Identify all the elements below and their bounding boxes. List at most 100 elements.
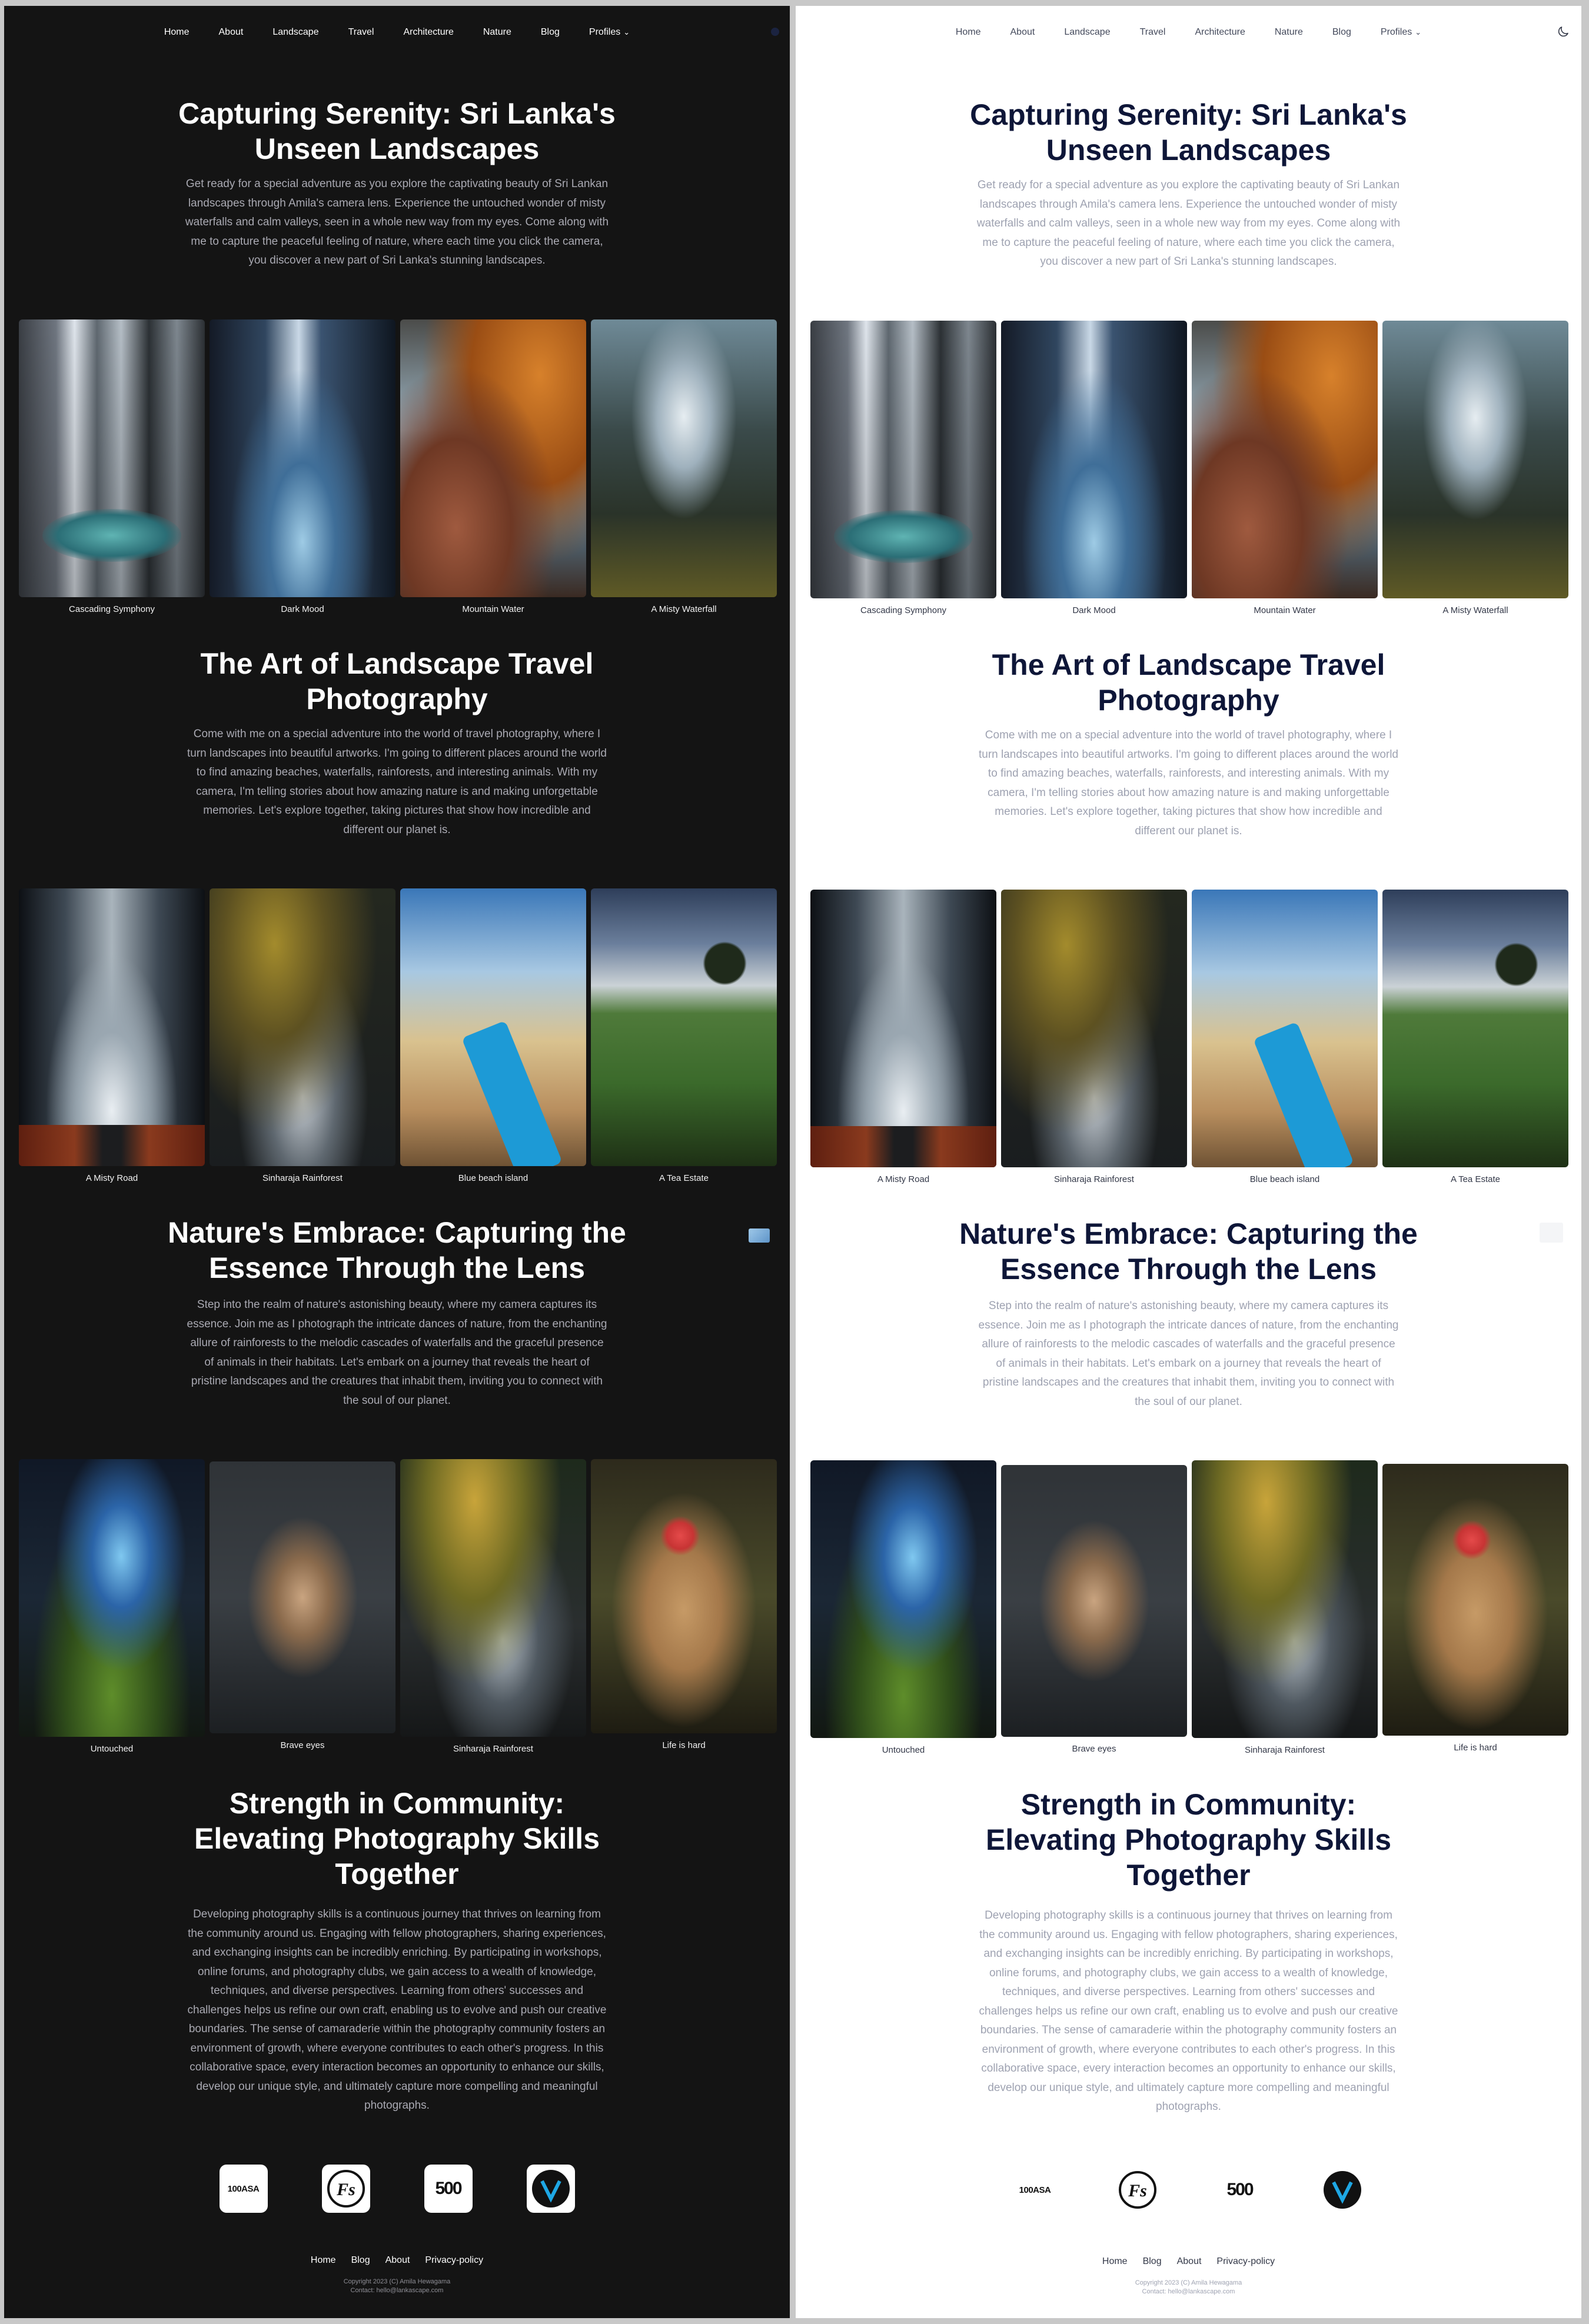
photo-card[interactable]: A Tea Estate	[591, 888, 777, 1183]
photo-caption: Blue beach island	[1249, 1174, 1320, 1184]
nav-about[interactable]: About	[219, 27, 244, 38]
photo-card[interactable]: Sinharaja Rainforest	[210, 888, 395, 1183]
photo-card[interactable]: Brave eyes	[1001, 1460, 1187, 1755]
section-2-text: Come with me on a special adventure into…	[978, 729, 1399, 837]
photo-card[interactable]: A Misty Waterfall	[591, 319, 777, 614]
photo-image	[1001, 890, 1187, 1167]
vero-logo-icon	[1323, 2171, 1361, 2209]
500px-logo-text: 500	[1226, 2180, 1254, 2199]
photo-caption: Sinharaja Rainforest	[1054, 1174, 1134, 1184]
nav-profiles-label: Profiles	[589, 27, 621, 37]
photo-caption: Brave eyes	[280, 1740, 325, 1750]
photo-card[interactable]: Dark Mood	[1001, 321, 1187, 615]
nav-home[interactable]: Home	[956, 27, 981, 38]
section-2-title: The Art of Landscape Travel Photography	[200, 647, 594, 715]
photo-card[interactable]: Life is hard	[591, 1459, 777, 1754]
photo-card[interactable]: Mountain Water	[400, 319, 586, 614]
photo-caption: A Misty Waterfall	[651, 604, 717, 614]
section-4-title: Strength in Community: Elevating Photogr…	[194, 1787, 600, 1890]
photo-caption: Sinharaja Rainforest	[262, 1173, 343, 1183]
photo-card[interactable]: Mountain Water	[1192, 321, 1378, 615]
nav-blog[interactable]: Blog	[1332, 27, 1351, 38]
photo-card[interactable]: A Tea Estate	[1382, 890, 1568, 1184]
photo-image	[1382, 890, 1568, 1167]
photo-card[interactable]: Blue beach island	[1192, 890, 1378, 1184]
photo-card[interactable]: Blue beach island	[400, 888, 586, 1183]
photo-caption: Untouched	[882, 1745, 925, 1755]
photo-image	[19, 1459, 205, 1737]
gallery-2: A Misty Road Sinharaja Rainforest Blue b…	[810, 890, 1568, 1184]
footer-link-home[interactable]: Home	[1102, 2256, 1128, 2267]
photo-card[interactable]: A Misty Road	[810, 890, 996, 1184]
photo-card[interactable]: Brave eyes	[210, 1459, 395, 1754]
photo-card[interactable]: Untouched	[19, 1459, 205, 1754]
nav-landscape[interactable]: Landscape	[272, 27, 318, 38]
vero-logo[interactable]	[1318, 2166, 1367, 2214]
nav-profiles[interactable]: Profiles ⌄	[1381, 27, 1421, 38]
nav-architecture[interactable]: Architecture	[1195, 27, 1245, 38]
photo-image	[210, 888, 395, 1166]
photo-card[interactable]: Cascading Symphony	[19, 319, 205, 614]
nav-travel[interactable]: Travel	[1140, 27, 1166, 38]
photo-image	[400, 319, 586, 597]
photo-caption: Mountain Water	[462, 604, 524, 614]
footer-link-about[interactable]: About	[385, 2255, 410, 2266]
photo-caption: Sinharaja Rainforest	[453, 1744, 533, 1754]
gallery-2: A Misty Road Sinharaja Rainforest Blue b…	[19, 888, 777, 1183]
photo-card[interactable]: A Misty Waterfall	[1382, 321, 1568, 615]
photo-card[interactable]: Sinharaja Rainforest	[400, 1459, 586, 1754]
footer-link-home[interactable]: Home	[311, 2255, 336, 2266]
svg-text:Fs: Fs	[336, 2180, 355, 2199]
theme-toggle-button[interactable]	[1555, 24, 1571, 39]
nav-nature[interactable]: Nature	[483, 27, 511, 38]
100asa-logo[interactable]: 100ASA	[219, 2165, 268, 2213]
moon-icon	[1558, 26, 1568, 37]
section-3-text: Step into the realm of nature's astonish…	[978, 1300, 1399, 1408]
photo-card[interactable]: Sinharaja Rainforest	[1001, 890, 1187, 1184]
section-4-text: Developing photography skills is a conti…	[979, 1909, 1398, 2113]
footer-link-privacy[interactable]: Privacy-policy	[425, 2255, 483, 2266]
nav-travel[interactable]: Travel	[348, 27, 374, 38]
photo-card[interactable]: Dark Mood	[210, 319, 395, 614]
photo-image	[210, 1461, 395, 1733]
section-4-text: Developing photography skills is a conti…	[187, 1908, 607, 2112]
photo-caption: Dark Mood	[281, 604, 324, 614]
footer-link-about[interactable]: About	[1177, 2256, 1202, 2267]
nav-architecture[interactable]: Architecture	[403, 27, 453, 38]
nav-about[interactable]: About	[1010, 27, 1035, 38]
scroll-indicator-icon[interactable]	[749, 1228, 770, 1243]
photo-card[interactable]: Sinharaja Rainforest	[1192, 1460, 1378, 1755]
footer-copyright: Copyright 2023 (C) Amila Hewagama	[343, 2278, 451, 2285]
footer-link-privacy[interactable]: Privacy-policy	[1216, 2256, 1275, 2267]
gallery-3: Untouched Brave eyes Sinharaja Rainfores…	[810, 1460, 1568, 1755]
photo-card[interactable]: Cascading Symphony	[810, 321, 996, 615]
photo-image	[19, 888, 205, 1166]
section-1-title: Capturing Serenity: Sri Lanka's Unseen L…	[178, 97, 616, 165]
nav-nature[interactable]: Nature	[1275, 27, 1303, 38]
photo-card[interactable]: Untouched	[810, 1460, 996, 1755]
photo-image	[591, 1459, 777, 1733]
photo-caption: Cascading Symphony	[860, 605, 946, 615]
nav-landscape[interactable]: Landscape	[1064, 27, 1110, 38]
fstoppers-logo[interactable]: Fs	[1113, 2166, 1162, 2214]
chevron-down-icon: ⌄	[623, 28, 630, 36]
footer-nav: Home Blog About Privacy-policy	[4, 2255, 790, 2266]
nav-blog[interactable]: Blog	[541, 27, 560, 38]
nav-profiles[interactable]: Profiles ⌄	[589, 27, 630, 38]
footer-link-blog[interactable]: Blog	[1143, 2256, 1162, 2267]
photo-card[interactable]: Life is hard	[1382, 1460, 1568, 1755]
100asa-logo-text: 100ASA	[227, 2183, 260, 2194]
nav-home[interactable]: Home	[164, 27, 190, 38]
photo-caption: Life is hard	[1454, 1743, 1497, 1753]
photo-caption: A Misty Road	[877, 1174, 930, 1184]
footer-link-blog[interactable]: Blog	[351, 2255, 370, 2266]
fstoppers-logo[interactable]: Fs	[321, 2165, 370, 2213]
100asa-logo[interactable]: 100ASA	[1011, 2166, 1059, 2214]
photo-card[interactable]: A Misty Road	[19, 888, 205, 1183]
theme-toggle-icon[interactable]	[771, 28, 779, 36]
vero-logo[interactable]	[526, 2165, 575, 2213]
500px-logo[interactable]: 500	[424, 2165, 473, 2213]
500px-logo[interactable]: 500	[1216, 2166, 1264, 2214]
scroll-indicator-icon[interactable]	[1540, 1223, 1563, 1243]
photo-image	[1382, 321, 1568, 598]
